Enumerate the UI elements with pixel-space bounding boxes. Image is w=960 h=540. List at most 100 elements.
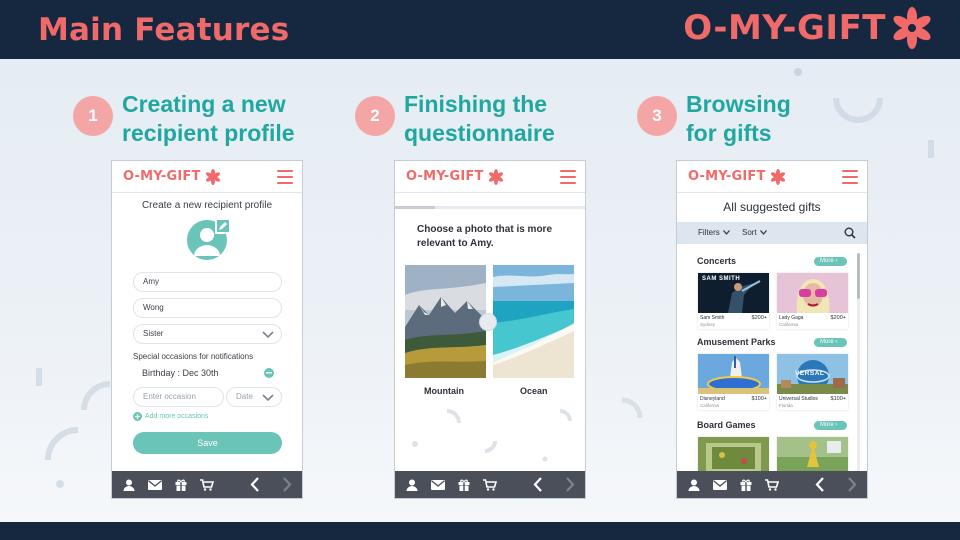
app-brand: O-MY-GIFT [688, 169, 766, 184]
gift-image [777, 273, 848, 313]
gift-location: Sydney [700, 322, 716, 327]
screen-title: All suggested gifts [723, 200, 821, 214]
forward-arrow-icon[interactable] [565, 477, 575, 492]
add-more-label: Add more occasions [145, 413, 209, 420]
more-button[interactable]: More › [814, 421, 847, 430]
filters-label: Filters [698, 228, 720, 237]
hamburger-menu-icon[interactable] [277, 170, 293, 184]
category-title: Board Games [697, 420, 756, 430]
back-arrow-icon[interactable] [533, 477, 543, 492]
gift-price: $100+ [830, 396, 846, 402]
step-1-heading: 1 Creating a new recipient profile [73, 90, 332, 148]
gift-icon[interactable] [456, 478, 472, 492]
more-button[interactable]: More › [814, 257, 847, 266]
edit-avatar-button[interactable] [215, 218, 231, 234]
step-title: Creating a new recipient profile [122, 91, 295, 146]
app-header: O-MY-GIFT [112, 161, 302, 193]
bottom-nav [395, 471, 585, 498]
occasion-input[interactable]: Enter occasion [133, 387, 224, 407]
add-more-occasions-link[interactable]: Add more occasions [133, 412, 208, 421]
save-button[interactable]: Save [133, 432, 282, 454]
cart-icon[interactable] [764, 478, 780, 492]
step-number-badge: 3 [637, 96, 677, 136]
pencil-icon [219, 222, 227, 230]
sort-label: Sort [742, 228, 757, 237]
filters-dropdown[interactable]: Filters [698, 228, 730, 237]
chevron-down-icon [759, 230, 767, 235]
gift-price: $100+ [751, 396, 767, 402]
profile-icon[interactable] [686, 478, 702, 492]
gift-card[interactable]: VERSAL Universal Studios $100+ Florida [777, 354, 848, 410]
step-number-badge: 1 [73, 96, 113, 136]
more-label: More [820, 258, 834, 264]
app-brand: O-MY-GIFT [123, 169, 201, 184]
top-banner: Main Features O-MY-GIFT [0, 0, 960, 59]
forward-arrow-icon[interactable] [282, 477, 292, 492]
scrollbar[interactable] [857, 253, 860, 473]
gift-card[interactable]: Lady Gaga $200+ California [777, 273, 848, 329]
occasion-entry: Birthday : Dec 30th [142, 368, 219, 378]
app-header: O-MY-GIFT [677, 161, 867, 193]
gift-price: $200+ [751, 315, 767, 321]
gift-name: Sam Smith [700, 315, 725, 321]
flower-logo-icon [205, 168, 220, 185]
page-title: Main Features [38, 12, 290, 48]
gift-location: California [779, 322, 799, 327]
phone-create-profile: O-MY-GIFT Create a new recipient profile… [111, 160, 303, 499]
gift-image-caption: VERSAL [795, 370, 825, 377]
back-arrow-icon[interactable] [250, 477, 260, 492]
gift-name: Disneyland [700, 396, 725, 402]
category-title: Concerts [697, 256, 737, 266]
mail-icon[interactable] [430, 478, 446, 492]
remove-occasion-button[interactable] [264, 368, 274, 378]
gift-name: Universal Studios [779, 396, 818, 402]
questionnaire-decoration [412, 409, 572, 462]
gift-price: $200+ [830, 315, 846, 321]
search-icon[interactable] [844, 227, 856, 239]
gift-icon[interactable] [173, 478, 189, 492]
last-name-field[interactable]: Wong [133, 298, 282, 318]
minus-icon [266, 372, 272, 374]
bottom-nav [112, 471, 302, 498]
screen-title: Create a new recipient profile [141, 200, 273, 211]
sort-dropdown[interactable]: Sort [742, 228, 767, 237]
gift-card[interactable]: SAM SMITH Sam Smith $200+ Sydney [698, 273, 769, 329]
date-select[interactable]: Date [226, 387, 282, 407]
brand-logo: O-MY-GIFT [683, 6, 934, 50]
more-label: More [820, 339, 834, 345]
chevron-down-icon [262, 331, 274, 339]
step-title: Browsing for gifts [686, 91, 791, 146]
chevron-down-icon [722, 230, 730, 235]
category-title: Amusement Parks [697, 337, 776, 347]
gift-location: California [700, 403, 720, 408]
flower-logo-icon [893, 7, 931, 49]
mail-icon[interactable] [712, 478, 728, 492]
profile-icon[interactable] [404, 478, 420, 492]
gift-icon[interactable] [738, 478, 754, 492]
step-title: Finishing the questionnaire [404, 91, 555, 146]
step-number-badge: 2 [355, 96, 395, 136]
hamburger-menu-icon[interactable] [842, 170, 858, 184]
phone-browse-gifts: O-MY-GIFT All suggested gifts Filters So… [676, 160, 868, 499]
forward-arrow-icon[interactable] [847, 477, 857, 492]
relationship-value: Sister [143, 329, 164, 338]
bottom-nav [677, 471, 867, 498]
phone-questionnaire: O-MY-GIFT Choose a photo that is more re… [394, 160, 586, 499]
cart-icon[interactable] [482, 478, 498, 492]
chevron-down-icon [262, 394, 274, 402]
cart-icon[interactable] [199, 478, 215, 492]
date-placeholder: Date [236, 392, 253, 401]
scrollbar-thumb[interactable] [857, 253, 860, 299]
more-label: More [820, 422, 834, 428]
gift-image: SAM SMITH [698, 273, 769, 313]
step-2-heading: 2 Finishing the questionnaire [355, 90, 574, 148]
profile-icon[interactable] [121, 478, 137, 492]
back-arrow-icon[interactable] [815, 477, 825, 492]
more-button[interactable]: More › [814, 338, 847, 347]
gift-card[interactable]: Disneyland $100+ California [698, 354, 769, 410]
mail-icon[interactable] [147, 478, 163, 492]
first-name-field[interactable]: Amy [133, 272, 282, 292]
plus-circle-icon [133, 412, 142, 421]
relationship-select[interactable]: Sister [133, 324, 282, 344]
flower-logo-icon [770, 168, 785, 185]
